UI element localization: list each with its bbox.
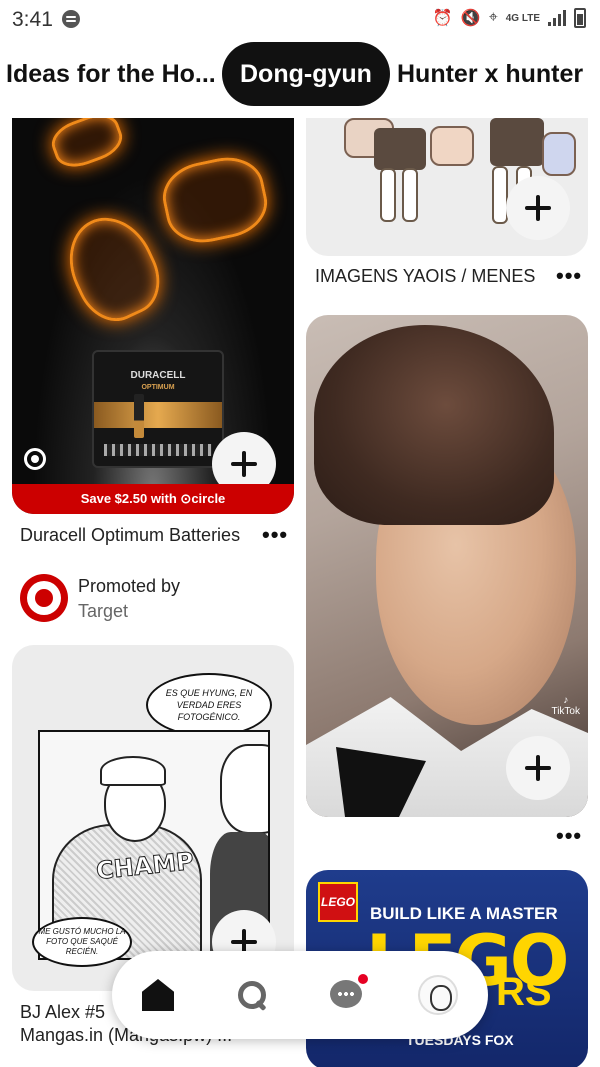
alarm-icon: ⏰ <box>432 10 453 27</box>
pin-portrait-image[interactable]: ♪ TikTok <box>306 315 588 817</box>
tab-ideas-for-the-home[interactable]: Ideas for the Ho... <box>6 42 216 106</box>
save-pin-button[interactable] <box>506 736 570 800</box>
package-brand: DURACELL OPTIMUM <box>130 370 186 391</box>
network-label: 4G LTE <box>505 12 540 24</box>
plus-icon <box>525 755 551 781</box>
pin-title[interactable]: IMAGENS YAOIS / MENES <box>315 265 555 288</box>
plus-icon <box>525 195 551 221</box>
messages-icon <box>330 974 368 1010</box>
nav-messages[interactable] <box>324 973 368 1017</box>
plus-icon <box>231 451 257 477</box>
status-bar: 3:41 ⏰ 🔇 ⌖ 4G LTE <box>0 0 600 38</box>
pin-duracell-image[interactable]: DURACELL OPTIMUM Save $2.50 with ⊙circle <box>12 118 294 514</box>
promoted-by[interactable]: Promoted by Target <box>78 574 180 624</box>
bottom-nav <box>112 951 488 1039</box>
battery-shape-decor <box>46 118 128 174</box>
more-options-icon[interactable]: ••• <box>262 522 288 548</box>
promoter-name: Target <box>78 601 129 621</box>
status-icons: ⏰ 🔇 ⌖ 4G LTE <box>433 8 586 28</box>
home-icon <box>142 979 174 1011</box>
status-time: 3:41 <box>12 8 53 31</box>
headphones-shape-decor <box>53 203 173 333</box>
controller-shape-decor <box>156 150 274 250</box>
lego-logo: LEGO <box>318 882 358 922</box>
pin-manga-image[interactable]: ES QUE HYUNG, EN VERDAD ERES FOTOGÉNICO.… <box>12 645 294 991</box>
notification-badge <box>358 974 368 984</box>
promo-banner[interactable]: Save $2.50 with ⊙circle <box>12 484 294 514</box>
pin-title[interactable]: Duracell Optimum Batteries <box>20 524 250 547</box>
battery-package: DURACELL OPTIMUM <box>92 350 224 468</box>
target-logo-icon[interactable] <box>20 574 68 622</box>
speech-bubble-bottom: ME GUSTÓ MUCHO LA FOTO QUE SAQUÉ RECIÉN. <box>32 917 132 967</box>
lego-headline-2: RS <box>496 970 552 1014</box>
mute-icon: 🔇 <box>460 10 481 27</box>
board-tabs: Ideas for the Ho... Dong-gyun Hunter x h… <box>0 42 600 112</box>
spotify-icon <box>62 10 80 28</box>
pin-chibi-image[interactable] <box>306 118 588 256</box>
battery-icon <box>574 8 586 28</box>
save-pin-button[interactable] <box>506 176 570 240</box>
more-options-icon[interactable]: ••• <box>556 823 582 849</box>
tab-hunter-x-hunter[interactable]: Hunter x hunter <box>397 42 583 106</box>
profile-avatar <box>418 975 458 1015</box>
tiktok-watermark: ♪ TikTok <box>551 695 580 717</box>
more-options-icon[interactable]: ••• <box>556 263 582 289</box>
nav-profile[interactable] <box>416 973 460 1017</box>
location-icon: ⌖ <box>488 9 498 26</box>
nav-home[interactable] <box>136 973 180 1017</box>
promoted-label: Promoted by <box>78 576 181 596</box>
search-icon <box>238 981 266 1009</box>
visual-search-icon[interactable] <box>24 448 46 470</box>
tab-dong-gyun[interactable]: Dong-gyun <box>222 42 390 106</box>
nav-search[interactable] <box>230 973 274 1017</box>
signal-icon <box>548 10 566 26</box>
speech-bubble-top: ES QUE HYUNG, EN VERDAD ERES FOTOGÉNICO. <box>146 673 272 737</box>
